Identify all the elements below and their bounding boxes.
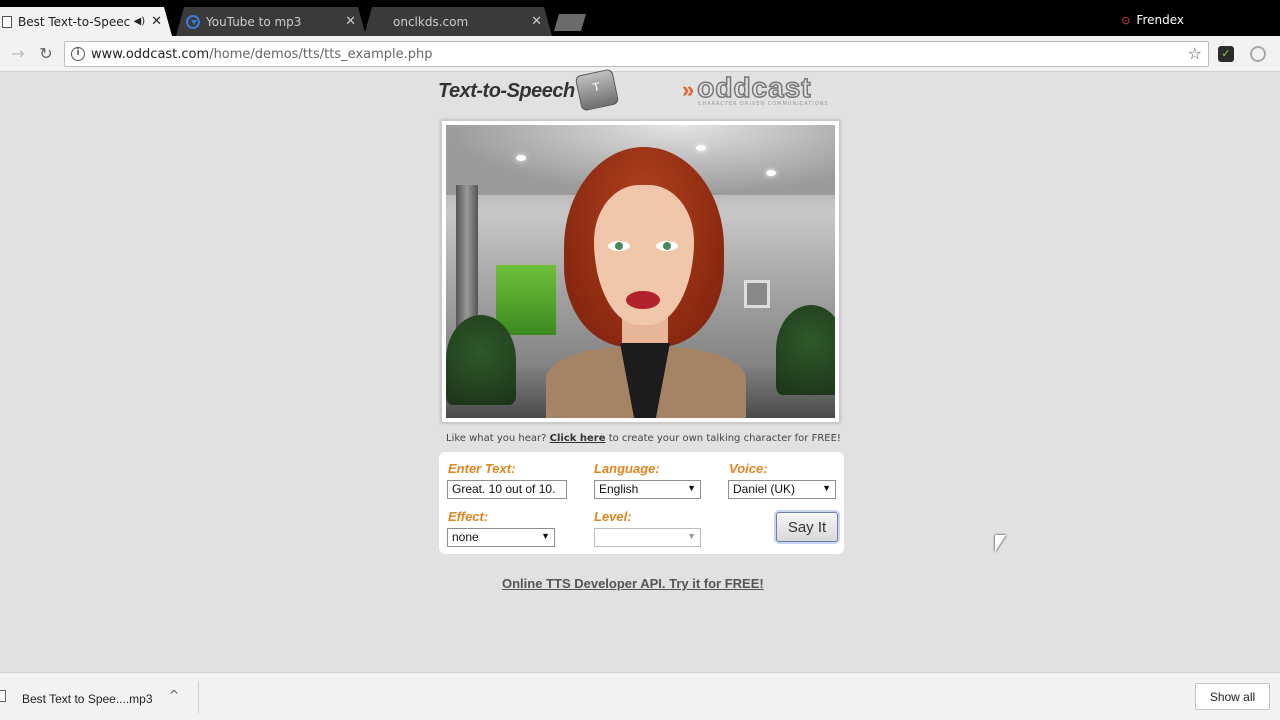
profile-name: Frendex	[1136, 13, 1184, 27]
enter-text-label: Enter Text:	[448, 461, 516, 476]
voice-select[interactable]: Daniel (UK) ▼	[728, 480, 836, 499]
level-select[interactable]: ▼	[594, 528, 701, 547]
file-icon	[0, 690, 6, 702]
tab-youtube-to-mp3[interactable]: YouTube to mp3 ✕	[176, 7, 366, 36]
level-label: Level:	[594, 509, 632, 524]
reload-icon[interactable]: ↻	[36, 44, 56, 64]
info-icon[interactable]: i	[71, 47, 85, 61]
tab-best-tts[interactable]: Best Text-to-Speech D ◀) ✕	[0, 7, 172, 36]
avatar-mouth	[626, 291, 660, 309]
download-icon	[186, 15, 200, 29]
show-all-button[interactable]: Show all	[1195, 683, 1270, 710]
chevron-up-icon[interactable]: ^	[169, 688, 179, 702]
avatar-eye	[656, 241, 678, 251]
dropdown-caret-icon: ▼	[822, 483, 831, 493]
extension-circle-icon[interactable]	[1250, 46, 1266, 62]
oddcast-arrows-icon: »	[682, 77, 696, 102]
talking-character-frame	[441, 120, 840, 423]
dropdown-caret-icon: ▼	[687, 531, 696, 541]
effect-label: Effect:	[448, 509, 489, 524]
tab-title: onclkds.com	[393, 14, 469, 29]
close-tab-icon[interactable]: ✕	[531, 14, 542, 29]
download-item-name[interactable]: Best Text to Spee....mp3	[22, 692, 153, 706]
scene-light	[766, 170, 776, 176]
say-it-button[interactable]: Say It	[776, 512, 838, 542]
tab-onclkds[interactable]: onclkds.com ✕	[364, 7, 552, 36]
language-select[interactable]: English ▼	[594, 480, 701, 499]
browser-toolbar: → ↻ i www.oddcast.com /home/demos/tts/tt…	[0, 36, 1280, 72]
scene-light	[516, 155, 526, 161]
tab-strip: Best Text-to-Speech D ◀) ✕ YouTube to mp…	[0, 0, 1280, 36]
download-bar: Best Text to Spee....mp3 ^ Show all	[0, 672, 1280, 720]
url-path: /home/demos/tts/tts_example.php	[209, 46, 433, 62]
oddcast-logo[interactable]: »oddcast	[682, 71, 812, 104]
tagline-prefix: Like what you hear?	[446, 433, 547, 444]
scene-plant	[776, 305, 835, 395]
create-character-tagline: Like what you hear? Click here to create…	[446, 433, 841, 444]
effect-select[interactable]: none ▼	[447, 528, 555, 547]
tab-title: YouTube to mp3	[206, 14, 302, 29]
audio-playing-icon[interactable]: ◀)	[134, 16, 146, 27]
mouse-cursor-icon	[995, 535, 1006, 552]
download-divider	[198, 681, 199, 713]
effect-value: none	[452, 530, 479, 544]
oddcast-wordmark: oddcast	[696, 71, 812, 104]
brand-text-to-speech: Text-to-Speech	[438, 80, 575, 102]
tts-api-link[interactable]: Online TTS Developer API. Try it for FRE…	[502, 576, 764, 591]
dropdown-caret-icon: ▼	[541, 531, 550, 541]
voice-label: Voice:	[729, 461, 768, 476]
oddcast-tagline: CHARACTER DRIVEN COMMUNICATIONS	[698, 101, 829, 107]
scene-picture	[744, 280, 770, 308]
address-bar[interactable]: i www.oddcast.com /home/demos/tts/tts_ex…	[64, 41, 1209, 67]
profile-button[interactable]: ⊙ Frendex	[1121, 13, 1184, 27]
language-label: Language:	[594, 461, 660, 476]
profile-icon: ⊙	[1121, 13, 1131, 27]
forward-arrow-icon[interactable]: →	[8, 44, 28, 64]
keycap-logo-icon: T	[574, 68, 620, 112]
new-tab-button[interactable]	[554, 14, 586, 31]
tagline-suffix: to create your own talking character for…	[608, 433, 841, 444]
click-here-link[interactable]: Click here	[550, 433, 606, 444]
bookmark-star-icon[interactable]: ☆	[1188, 44, 1202, 63]
avatar-character	[546, 147, 746, 418]
dropdown-caret-icon: ▼	[687, 483, 696, 493]
document-icon	[2, 16, 12, 28]
talking-character-scene	[446, 125, 835, 418]
url-host: www.oddcast.com	[91, 46, 210, 62]
avatar-eye	[608, 241, 630, 251]
extension-check-icon[interactable]: ✓	[1218, 46, 1234, 62]
voice-value: Daniel (UK)	[733, 482, 796, 496]
scene-plant	[446, 315, 516, 405]
close-tab-icon[interactable]: ✕	[345, 14, 356, 29]
language-value: English	[599, 482, 639, 496]
tab-title: Best Text-to-Speech D	[18, 14, 130, 29]
tts-form-panel: Enter Text: Great. 10 out of 10. Languag…	[439, 452, 844, 554]
close-tab-icon[interactable]: ✕	[151, 14, 162, 29]
enter-text-input[interactable]: Great. 10 out of 10.	[447, 480, 567, 499]
